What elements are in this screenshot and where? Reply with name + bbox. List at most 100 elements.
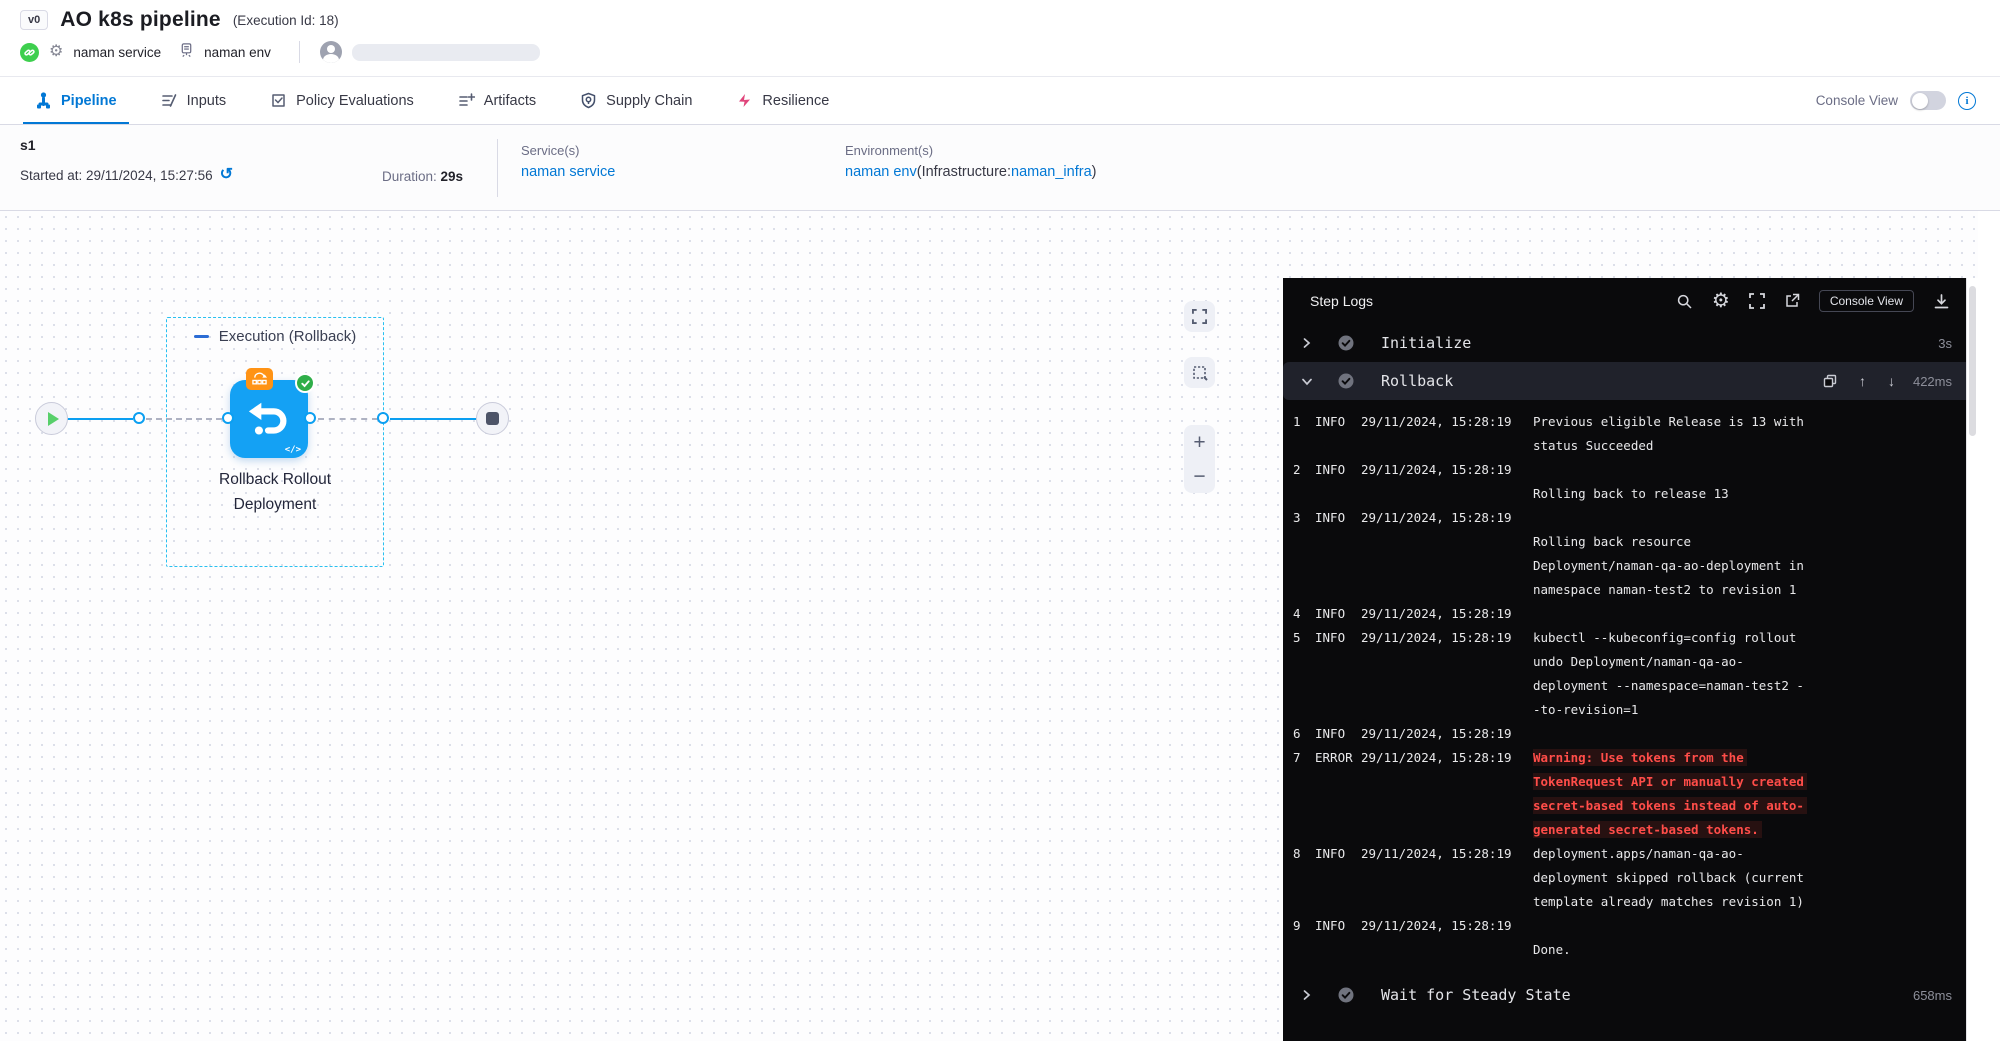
connector-dot <box>222 412 234 424</box>
canvas-fullscreen-button[interactable] <box>1184 301 1215 332</box>
infra-suffix: ) <box>1092 164 1097 180</box>
log-settings-gear-icon[interactable]: ⚙ <box>1712 291 1730 311</box>
log-entry: 9INFO29/11/2024, 15:28:19 Done. <box>1293 914 1952 962</box>
connector-dot <box>304 412 316 424</box>
workspace: Execution (Rollback) </> <box>0 211 2000 1041</box>
success-check-icon <box>295 373 315 393</box>
tab-label: Artifacts <box>484 93 536 109</box>
tab-label: Policy Evaluations <box>296 93 414 109</box>
console-view-label: Console View <box>1816 93 1898 108</box>
tab-policy-evaluations[interactable]: Policy Evaluations <box>270 77 414 124</box>
log-line-number: 5 <box>1293 626 1315 722</box>
title-row: v0 AO k8s pipeline (Execution Id: 18) <box>20 8 339 32</box>
console-view-toggle[interactable] <box>1910 91 1946 110</box>
info-icon[interactable]: i <box>1958 92 1976 110</box>
log-line-number: 3 <box>1293 506 1315 602</box>
code-glyph: </> <box>285 445 301 455</box>
log-timestamp: 29/11/2024, 15:28:19 <box>1361 458 1533 506</box>
tab-resilience[interactable]: Resilience <box>736 77 829 124</box>
service-name[interactable]: naman service <box>73 45 161 60</box>
log-timestamp: 29/11/2024, 15:28:19 <box>1361 914 1533 962</box>
log-entry: 5INFO29/11/2024, 15:28:19kubectl --kubec… <box>1293 626 1952 722</box>
tab-label: Resilience <box>762 93 829 109</box>
collapse-icon[interactable] <box>194 335 209 339</box>
log-line-number: 4 <box>1293 602 1315 626</box>
environment-name[interactable]: naman env <box>204 45 271 60</box>
pipeline-start-node[interactable] <box>35 402 68 435</box>
stage-name: s1 <box>20 137 36 153</box>
copy-logs-icon[interactable] <box>1823 374 1837 388</box>
stage-group-label: Execution (Rollback) <box>219 328 357 345</box>
search-icon[interactable] <box>1676 293 1693 310</box>
scrollbar-thumb[interactable] <box>1969 286 1976 436</box>
zoom-in-button[interactable]: + <box>1184 432 1215 453</box>
supply-chain-shield-icon <box>580 92 597 109</box>
log-level: INFO <box>1315 722 1361 746</box>
log-section-header[interactable]: Initialize3s <box>1283 324 1978 362</box>
log-level: INFO <box>1315 842 1361 914</box>
chevron-right-icon[interactable] <box>1301 989 1315 1001</box>
inputs-icon <box>161 92 178 109</box>
log-entry: 2INFO29/11/2024, 15:28:19 Rolling back t… <box>1293 458 1952 506</box>
rollback-arrow-icon <box>246 396 292 442</box>
pipeline-end-node[interactable] <box>476 402 509 435</box>
open-in-new-window-icon[interactable] <box>1784 293 1800 309</box>
infra-prefix: (Infrastructure: <box>917 164 1011 180</box>
log-panel-actions: ⚙ Console View <box>1676 290 1950 312</box>
scroll-up-icon[interactable]: ↑ <box>1859 373 1866 389</box>
chevron-right-icon[interactable] <box>1301 337 1315 349</box>
log-line-number: 9 <box>1293 914 1315 962</box>
infrastructure-link[interactable]: naman_infra <box>1011 164 1092 180</box>
tab-pipeline[interactable]: Pipeline <box>35 77 117 124</box>
log-section-header[interactable]: Wait for Steady State 658ms <box>1283 976 1978 1014</box>
console-view-button[interactable]: Console View <box>1819 290 1914 312</box>
tab-supply-chain[interactable]: Supply Chain <box>580 77 692 124</box>
edge-start <box>67 418 133 420</box>
environment-icon <box>179 42 194 63</box>
stage-group-header[interactable]: Execution (Rollback) <box>167 328 383 345</box>
tab-artifacts[interactable]: Artifacts <box>458 77 536 124</box>
expand-fullscreen-icon[interactable] <box>1749 293 1765 309</box>
log-level: INFO <box>1315 914 1361 962</box>
zoom-out-button[interactable]: − <box>1184 466 1215 487</box>
divider <box>299 41 300 63</box>
log-entry: 8INFO29/11/2024, 15:28:19deployment.apps… <box>1293 842 1952 914</box>
log-timestamp: 29/11/2024, 15:28:19 <box>1361 602 1533 626</box>
log-message <box>1533 602 1952 626</box>
section-duration: 658ms <box>1913 988 1952 1003</box>
tab-inputs[interactable]: Inputs <box>161 77 227 124</box>
log-section-header[interactable]: Rollback↑↓422ms <box>1283 362 1978 400</box>
rollback-step-node[interactable]: </> <box>230 380 308 458</box>
log-line-number: 1 <box>1293 410 1315 458</box>
service-link[interactable]: naman service <box>521 164 615 180</box>
environment-link[interactable]: naman env <box>845 164 917 180</box>
service-gear-icon: ⚙ <box>49 44 63 60</box>
history-icon[interactable]: ↺ <box>220 167 233 183</box>
log-message: Rolling back to release 13 <box>1533 458 1952 506</box>
tab-label: Supply Chain <box>606 93 692 109</box>
connector-dot <box>377 412 389 424</box>
chevron-down-icon[interactable] <box>1301 376 1315 387</box>
artifacts-icon <box>458 92 475 109</box>
page-title: AO k8s pipeline <box>60 8 221 32</box>
log-section-name: Initialize <box>1381 334 1471 352</box>
version-badge[interactable]: v0 <box>20 10 48 30</box>
canvas-select-region-button[interactable] <box>1184 357 1215 388</box>
log-timestamp: 29/11/2024, 15:28:19 <box>1361 722 1533 746</box>
execution-id: (Execution Id: 18) <box>233 13 339 28</box>
top-header: v0 AO k8s pipeline (Execution Id: 18) ⚙ … <box>0 0 2000 76</box>
log-level: INFO <box>1315 410 1361 458</box>
log-message: Done. <box>1533 914 1952 962</box>
log-section-name: Wait for Steady State <box>1381 986 1571 1004</box>
log-sections: Initialize3sRollback↑↓422ms1INFO29/11/20… <box>1283 324 1978 1014</box>
log-message: deployment.apps/naman-qa-ao-deployment s… <box>1533 842 1952 914</box>
log-message: Warning: Use tokens from theTokenRequest… <box>1533 746 1952 842</box>
step-label-line1: Rollback Rollout <box>166 467 384 492</box>
log-level: INFO <box>1315 458 1361 506</box>
log-message: kubectl --kubeconfig=config rolloutundo … <box>1533 626 1952 722</box>
log-message <box>1533 722 1952 746</box>
download-logs-icon[interactable] <box>1933 293 1950 310</box>
scroll-down-icon[interactable]: ↓ <box>1888 373 1895 389</box>
log-timestamp: 29/11/2024, 15:28:19 <box>1361 626 1533 722</box>
log-scrollbar[interactable] <box>1966 278 1978 1041</box>
